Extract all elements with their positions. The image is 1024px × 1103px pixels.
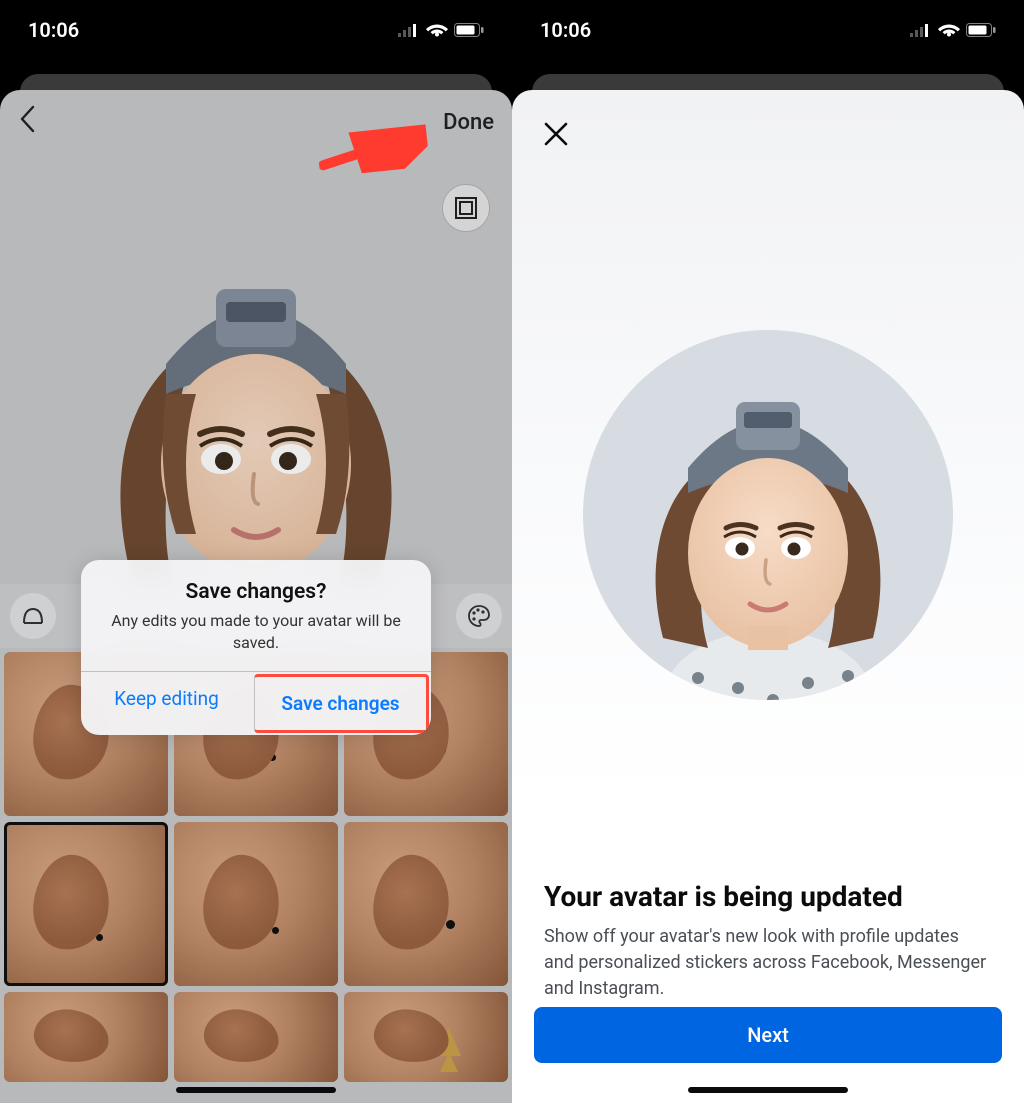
dialog-title: Save changes? [103,580,409,604]
save-changes-button[interactable]: Save changes [254,674,429,733]
status-icons [910,22,996,38]
phone-left: 10:06 Done [0,0,512,1103]
status-icons [398,22,484,38]
signal-icon [398,23,420,37]
home-indicator[interactable] [688,1087,848,1093]
status-bar: 10:06 [0,0,512,60]
status-time: 10:06 [540,18,591,42]
wifi-icon [426,22,448,38]
home-indicator[interactable] [176,1087,336,1093]
status-time: 10:06 [28,18,79,42]
update-description: Show off your avatar's new look with pro… [544,924,992,1002]
wifi-icon [938,22,960,38]
phone-right: 10:06 [512,0,1024,1103]
next-button-label: Next [747,1023,789,1047]
editor-sheet: Done [0,90,512,1103]
battery-icon [966,23,996,37]
avatar-image [608,358,928,700]
close-button[interactable] [536,114,576,154]
avatar-preview-circle [583,330,953,700]
dialog-message: Any edits you made to your avatar will b… [103,610,409,653]
status-bar: 10:06 [512,0,1024,60]
battery-icon [454,23,484,37]
signal-icon [910,23,932,37]
next-button[interactable]: Next [534,1007,1002,1063]
keep-editing-button[interactable]: Keep editing [81,672,252,735]
save-dialog: Save changes? Any edits you made to your… [81,560,431,735]
update-title: Your avatar is being updated [544,880,992,913]
update-sheet: Your avatar is being updated Show off yo… [512,90,1024,1103]
close-icon [543,121,569,147]
